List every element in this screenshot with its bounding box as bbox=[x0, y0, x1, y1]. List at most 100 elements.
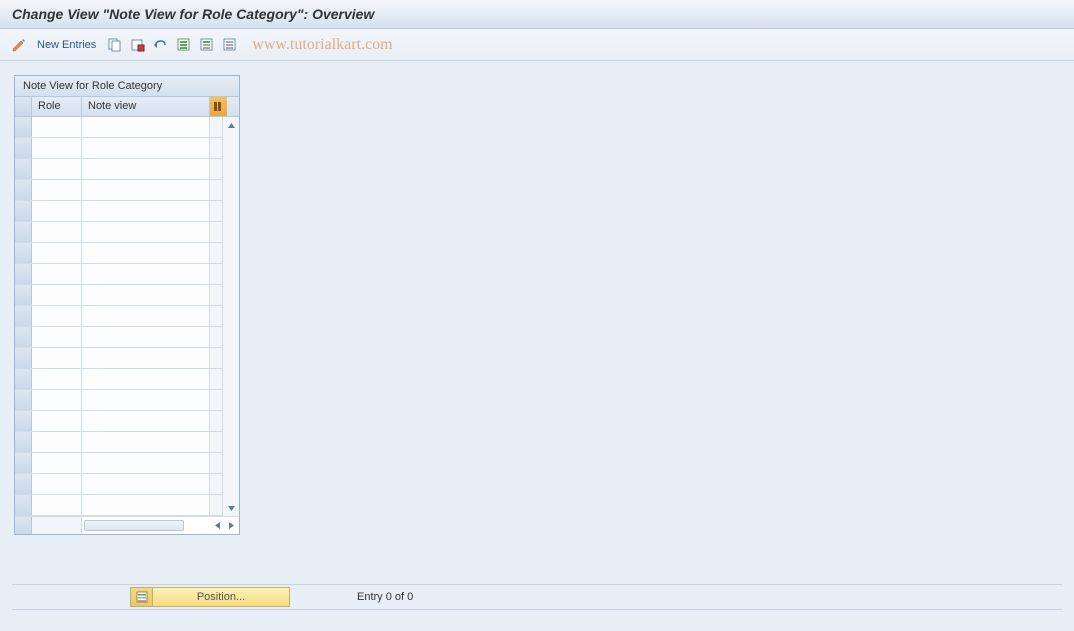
row-selector[interactable] bbox=[15, 495, 32, 515]
cell-note-view[interactable] bbox=[82, 411, 210, 431]
application-toolbar: New Entries www.tutorialkart.com bbox=[0, 29, 1074, 61]
column-header-role[interactable]: Role bbox=[32, 97, 82, 116]
row-selector[interactable] bbox=[15, 432, 32, 452]
select-all-icon[interactable] bbox=[175, 36, 192, 53]
cell-note-view[interactable] bbox=[82, 180, 210, 200]
hscroll-fixed-gap bbox=[32, 517, 82, 534]
row-selector[interactable] bbox=[15, 474, 32, 494]
horizontal-scroll-row bbox=[15, 516, 239, 534]
row-selector[interactable] bbox=[15, 243, 32, 263]
table-row bbox=[15, 306, 239, 327]
cell-role[interactable] bbox=[32, 264, 82, 284]
table-row bbox=[15, 201, 239, 222]
table-row bbox=[15, 432, 239, 453]
cell-role[interactable] bbox=[32, 453, 82, 473]
table-body bbox=[15, 117, 239, 516]
scroll-right-icon[interactable] bbox=[225, 520, 237, 532]
deselect-all-icon[interactable] bbox=[221, 36, 238, 53]
cell-note-view[interactable] bbox=[82, 243, 210, 263]
row-selector[interactable] bbox=[15, 201, 32, 221]
position-icon bbox=[131, 588, 153, 606]
table-row bbox=[15, 222, 239, 243]
scroll-down-icon[interactable] bbox=[225, 502, 237, 514]
change-display-icon[interactable] bbox=[10, 36, 27, 53]
cell-role[interactable] bbox=[32, 285, 82, 305]
table-row bbox=[15, 474, 239, 495]
select-all-rows[interactable] bbox=[15, 97, 32, 116]
new-entries-button[interactable]: New Entries bbox=[33, 37, 100, 53]
watermark-text: www.tutorialkart.com bbox=[252, 36, 392, 54]
row-selector[interactable] bbox=[15, 180, 32, 200]
cell-note-view[interactable] bbox=[82, 306, 210, 326]
cell-note-view[interactable] bbox=[82, 159, 210, 179]
cell-role[interactable] bbox=[32, 243, 82, 263]
horizontal-scrollbar[interactable] bbox=[82, 517, 239, 534]
cell-role[interactable] bbox=[32, 138, 82, 158]
scroll-up-icon[interactable] bbox=[225, 119, 237, 131]
row-selector[interactable] bbox=[15, 117, 32, 137]
table-row bbox=[15, 327, 239, 348]
cell-note-view[interactable] bbox=[82, 390, 210, 410]
row-selector[interactable] bbox=[15, 285, 32, 305]
column-header-note-view[interactable]: Note view bbox=[82, 97, 210, 116]
delete-icon[interactable] bbox=[129, 36, 146, 53]
cell-role[interactable] bbox=[32, 411, 82, 431]
cell-role[interactable] bbox=[32, 180, 82, 200]
undo-icon[interactable] bbox=[152, 36, 169, 53]
cell-note-view[interactable] bbox=[82, 369, 210, 389]
table-row bbox=[15, 348, 239, 369]
cell-role[interactable] bbox=[32, 348, 82, 368]
cell-note-view[interactable] bbox=[82, 222, 210, 242]
row-selector[interactable] bbox=[15, 327, 32, 347]
cell-role[interactable] bbox=[32, 222, 82, 242]
entry-status: Entry 0 of 0 bbox=[357, 591, 413, 603]
position-button[interactable]: Position... bbox=[130, 587, 290, 607]
table-row bbox=[15, 243, 239, 264]
cell-note-view[interactable] bbox=[82, 138, 210, 158]
cell-note-view[interactable] bbox=[82, 285, 210, 305]
scroll-left-icon[interactable] bbox=[211, 520, 223, 532]
select-block-icon[interactable] bbox=[198, 36, 215, 53]
table-row bbox=[15, 180, 239, 201]
cell-note-view[interactable] bbox=[82, 117, 210, 137]
table-settings-icon[interactable] bbox=[210, 97, 227, 116]
cell-note-view[interactable] bbox=[82, 474, 210, 494]
cell-note-view[interactable] bbox=[82, 201, 210, 221]
cell-note-view[interactable] bbox=[82, 495, 210, 515]
cell-note-view[interactable] bbox=[82, 432, 210, 452]
cell-role[interactable] bbox=[32, 369, 82, 389]
cell-role[interactable] bbox=[32, 327, 82, 347]
row-selector[interactable] bbox=[15, 348, 32, 368]
table-row bbox=[15, 264, 239, 285]
row-selector[interactable] bbox=[15, 264, 32, 284]
cell-note-view[interactable] bbox=[82, 327, 210, 347]
row-selector[interactable] bbox=[15, 369, 32, 389]
cell-role[interactable] bbox=[32, 201, 82, 221]
row-selector[interactable] bbox=[15, 453, 32, 473]
cell-role[interactable] bbox=[32, 159, 82, 179]
cell-note-view[interactable] bbox=[82, 453, 210, 473]
cell-role[interactable] bbox=[32, 432, 82, 452]
content-area: Note View for Role Category Role Note vi… bbox=[0, 61, 1074, 622]
cell-note-view[interactable] bbox=[82, 348, 210, 368]
row-selector[interactable] bbox=[15, 306, 32, 326]
row-selector[interactable] bbox=[15, 222, 32, 242]
table-row bbox=[15, 159, 239, 180]
row-selector[interactable] bbox=[15, 159, 32, 179]
cell-role[interactable] bbox=[32, 474, 82, 494]
cell-note-view[interactable] bbox=[82, 264, 210, 284]
hscroll-thumb[interactable] bbox=[84, 520, 184, 531]
row-selector[interactable] bbox=[15, 138, 32, 158]
cell-role[interactable] bbox=[32, 306, 82, 326]
cell-role[interactable] bbox=[32, 495, 82, 515]
cell-role[interactable] bbox=[32, 390, 82, 410]
copy-as-icon[interactable] bbox=[106, 36, 123, 53]
table-row bbox=[15, 411, 239, 432]
row-selector[interactable] bbox=[15, 390, 32, 410]
position-label: Position... bbox=[153, 591, 289, 603]
footer-bar: Position... Entry 0 of 0 bbox=[12, 584, 1062, 610]
vertical-scrollbar[interactable] bbox=[222, 117, 239, 516]
row-selector[interactable] bbox=[15, 411, 32, 431]
table-header-row: Role Note view bbox=[15, 97, 239, 117]
cell-role[interactable] bbox=[32, 117, 82, 137]
